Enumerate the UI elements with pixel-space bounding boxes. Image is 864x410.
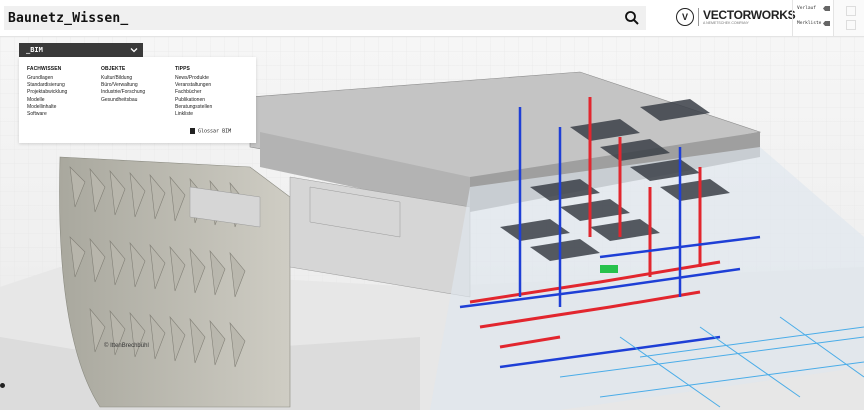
search-icon[interactable] <box>624 10 640 26</box>
menu-item-grundlagen[interactable]: Grundlagen <box>27 75 67 82</box>
menu-column-objekte: OBJEKTE Kultur/Bildung Büro/Verwaltung I… <box>101 66 145 104</box>
arrow-icon <box>823 21 830 26</box>
menu-item-modellinhalte[interactable]: Modellinhalte <box>27 104 67 111</box>
slide-indicator[interactable] <box>0 383 5 388</box>
menu-item-modelle[interactable]: Modelle <box>27 97 67 104</box>
menu-item-linkliste[interactable]: Linkliste <box>175 111 212 118</box>
placeholder-icon <box>846 6 856 16</box>
merkliste-label: Merkliste <box>797 21 822 26</box>
verlauf-label: Verlauf <box>797 6 816 11</box>
menu-item-publikationen[interactable]: Publikationen <box>175 97 212 104</box>
menu-item-veranstaltungen[interactable]: Veranstaltungen <box>175 82 212 89</box>
glossar-link[interactable]: Glossar BIM <box>190 128 231 136</box>
brand-name: VECTORWORKS <box>703 8 796 22</box>
chevron-down-icon <box>130 48 138 53</box>
menu-item-fachbuecher[interactable]: Fachbücher <box>175 89 212 96</box>
menu-column-heading: TIPPS <box>175 66 190 72</box>
site-header: Baunetz_Wissen_ V VECTORWORKS A NEMETSCH… <box>0 0 864 37</box>
image-credit: © IttenBrechbühl <box>104 343 149 349</box>
brand-tagline: A NEMETSCHEK COMPANY <box>703 21 749 25</box>
topic-dropdown[interactable]: _BIM <box>19 43 143 57</box>
brand-divider <box>698 8 699 26</box>
menu-item-software[interactable]: Software <box>27 111 67 118</box>
mega-menu-panel: FACHWISSEN Grundlagen Standardisierung P… <box>19 57 256 143</box>
menu-column-tipps: TIPPS News/Produkte Veranstaltungen Fach… <box>175 66 212 118</box>
user-links: Verlauf Merkliste <box>792 0 833 36</box>
site-title[interactable]: Baunetz_Wissen_ <box>8 11 128 26</box>
merkliste-link[interactable]: Merkliste <box>797 19 831 29</box>
menu-column-heading: FACHWISSEN <box>27 66 62 72</box>
vectorworks-mark-icon: V <box>676 8 694 26</box>
menu-column-fachwissen: FACHWISSEN Grundlagen Standardisierung P… <box>27 66 67 118</box>
menu-item-beratungsstellen[interactable]: Beratungsstellen <box>175 104 212 111</box>
menu-item-projektabwicklung[interactable]: Projektabwicklung <box>27 89 67 96</box>
menu-column-heading: OBJEKTE <box>101 66 126 72</box>
bookmark-icon <box>846 20 856 30</box>
menu-item-industrie-forschung[interactable]: Industrie/Forschung <box>101 89 145 96</box>
topic-dropdown-label: _BIM <box>26 46 43 54</box>
verlauf-link[interactable]: Verlauf <box>797 4 831 14</box>
menu-item-kultur-bildung[interactable]: Kultur/Bildung <box>101 75 145 82</box>
menu-item-buero-verwaltung[interactable]: Büro/Verwaltung <box>101 82 145 89</box>
search-bar[interactable]: Baunetz_Wissen_ <box>4 6 646 30</box>
menu-item-gesundheitsbau[interactable]: Gesundheitsbau <box>101 97 145 104</box>
book-icon <box>190 128 195 134</box>
menu-item-standardisierung[interactable]: Standardisierung <box>27 82 67 89</box>
arrow-icon <box>823 6 830 11</box>
glossar-label: Glossar BIM <box>198 128 232 135</box>
menu-item-news-produkte[interactable]: News/Produkte <box>175 75 212 82</box>
side-action-column <box>833 0 864 36</box>
